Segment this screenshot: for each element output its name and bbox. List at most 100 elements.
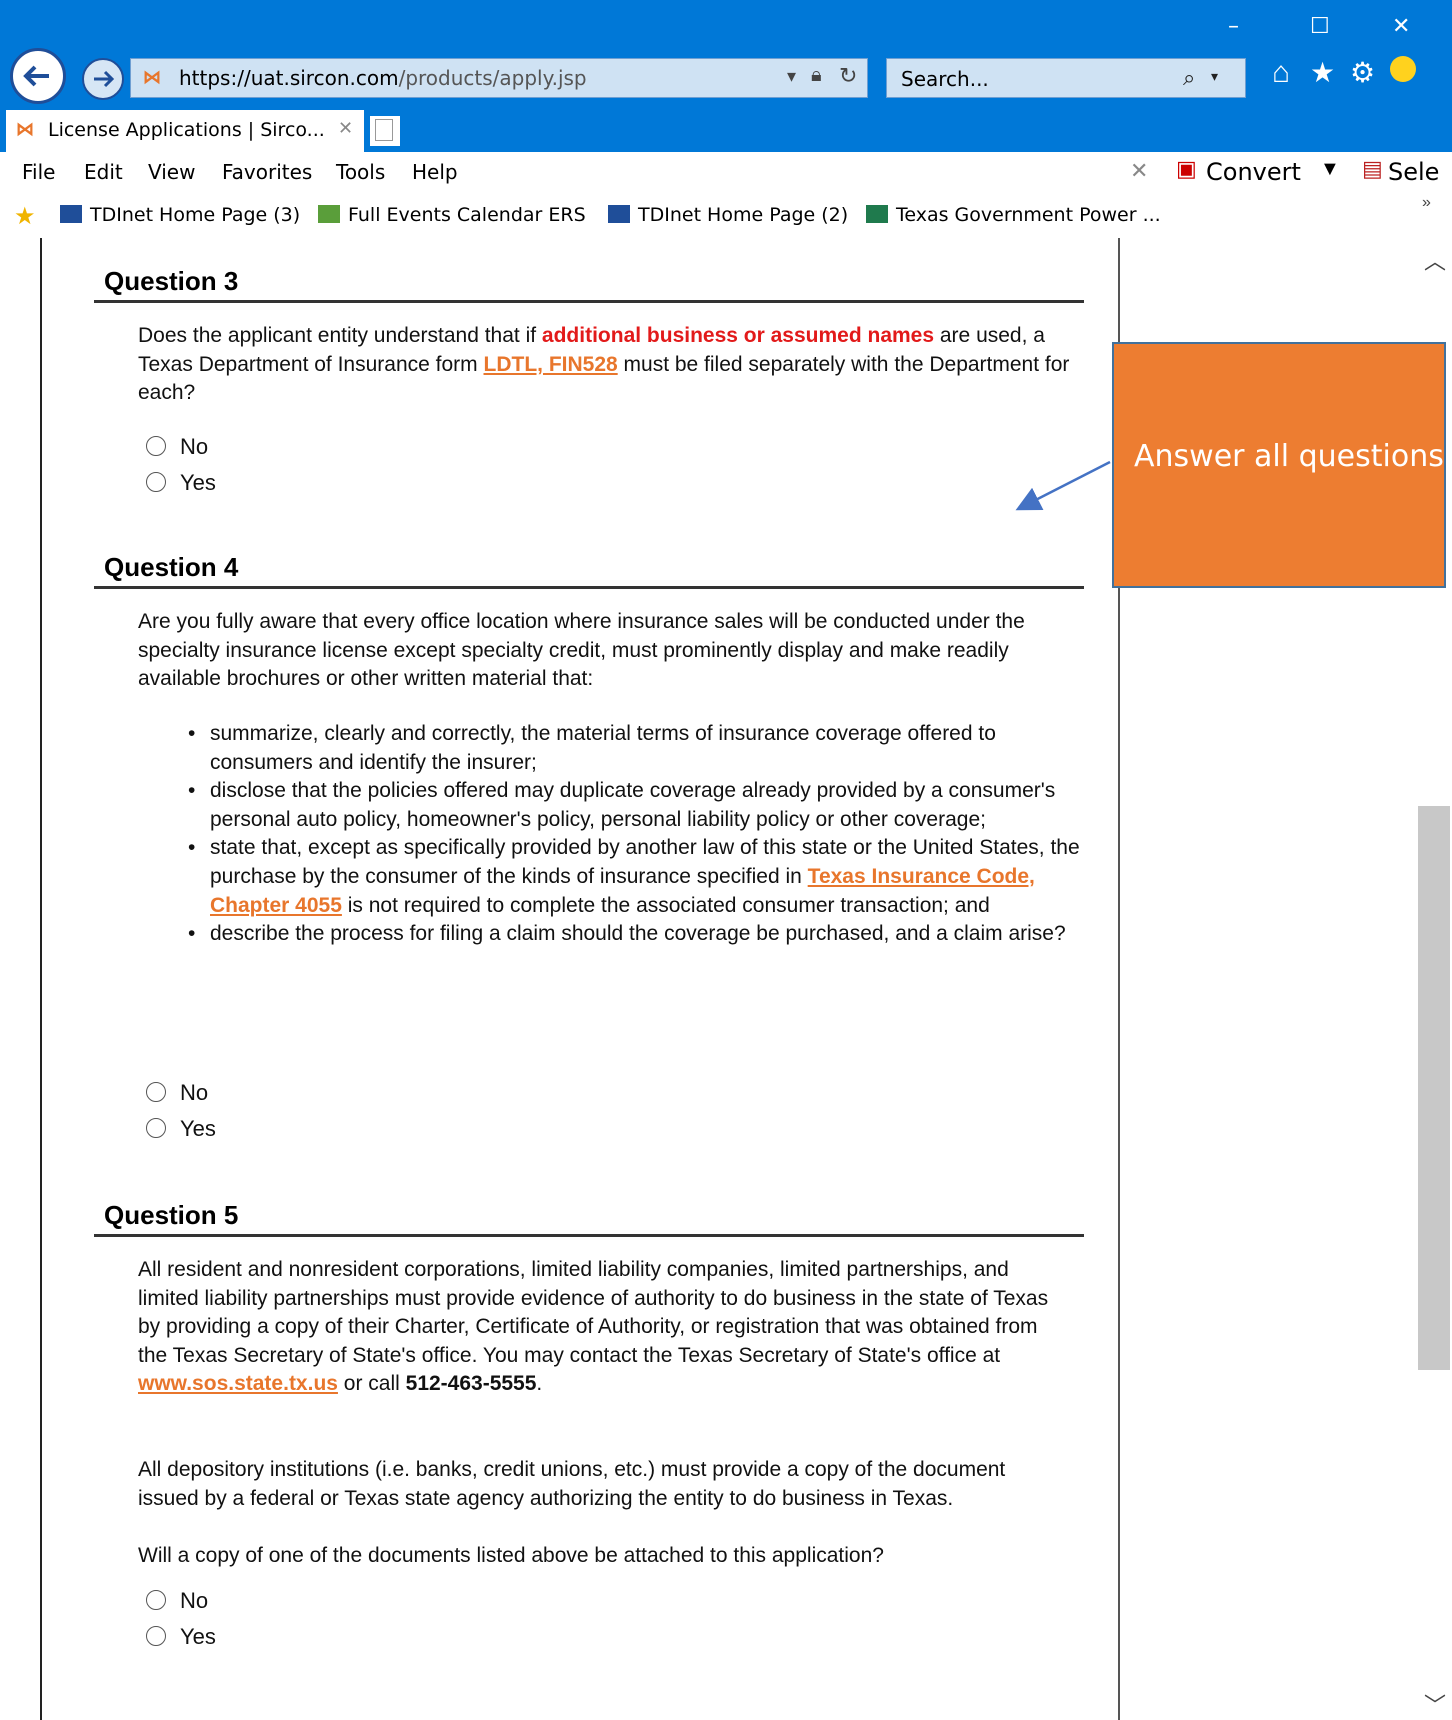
question-4-title: Question 4 bbox=[104, 552, 239, 582]
scroll-down-icon[interactable]: ﹀ bbox=[1424, 1688, 1446, 1720]
back-arrow-icon bbox=[23, 65, 49, 87]
bullet-item: describe the process for filing a claim … bbox=[188, 920, 1100, 949]
dropdown-icon[interactable]: ▾ bbox=[787, 66, 796, 87]
q5-yes-radio[interactable] bbox=[146, 1626, 166, 1646]
url-text: https://uat.sircon.com/products/apply.js… bbox=[179, 66, 587, 90]
question-5-paragraph-3: Will a copy of one of the documents list… bbox=[138, 1544, 884, 1567]
select-icon: ▤ bbox=[1362, 156, 1383, 181]
question-3-text: Does the applicant entity understand tha… bbox=[138, 324, 1070, 405]
favorite-label: TDInet Home Page (3) bbox=[90, 204, 301, 226]
bullet-item: summarize, clearly and correctly, the ma… bbox=[188, 720, 1100, 777]
question-3-rule bbox=[94, 300, 1084, 303]
home-icon[interactable]: ⌂ bbox=[1272, 56, 1290, 90]
site-favicon-icon: ⋈ bbox=[143, 67, 161, 87]
favorite-label: Texas Government Power ... bbox=[896, 204, 1161, 226]
q4-no-radio[interactable] bbox=[146, 1082, 166, 1102]
smiley-icon[interactable] bbox=[1390, 56, 1416, 82]
q5-no-radio[interactable] bbox=[146, 1590, 166, 1610]
favorite-label: TDInet Home Page (2) bbox=[638, 204, 849, 226]
question-4-bullets: summarize, clearly and correctly, the ma… bbox=[180, 720, 1100, 949]
search-placeholder: Search... bbox=[901, 67, 989, 91]
q5-yes-label: Yes bbox=[180, 1624, 216, 1649]
callout-box: Answer all questions bbox=[1112, 342, 1446, 588]
question-5-title: Question 5 bbox=[104, 1200, 239, 1230]
q5-no-label: No bbox=[180, 1588, 209, 1613]
convert-dropdown-icon[interactable]: ▼ bbox=[1320, 158, 1340, 181]
menu-favorites[interactable]: Favorites bbox=[222, 160, 312, 184]
q4-no-option[interactable]: No bbox=[146, 1080, 208, 1106]
forward-arrow-icon bbox=[94, 70, 115, 88]
scroll-thumb[interactable] bbox=[1418, 806, 1450, 1370]
convert-button[interactable]: Convert bbox=[1206, 158, 1301, 186]
address-bar[interactable]: ⋈ https://uat.sircon.com/products/apply.… bbox=[130, 58, 868, 98]
q3-no-radio[interactable] bbox=[146, 436, 166, 456]
q4-yes-option[interactable]: Yes bbox=[146, 1116, 216, 1142]
browser-chrome: – ☐ ✕ ⋈ https://uat.sircon.com/products/… bbox=[0, 0, 1452, 239]
callout-text: Answer all questions bbox=[1134, 439, 1444, 474]
menu-edit[interactable]: Edit bbox=[84, 160, 123, 184]
question-3-title: Question 3 bbox=[104, 266, 239, 296]
forward-button[interactable] bbox=[82, 58, 124, 100]
tab-active[interactable]: ⋈ License Applications | Sirco... ✕ bbox=[6, 110, 364, 152]
q3-no-option[interactable]: No bbox=[146, 434, 208, 460]
tdi-icon bbox=[608, 205, 630, 223]
menu-help[interactable]: Help bbox=[412, 160, 458, 184]
tab-strip: ⋈ License Applications | Sirco... ✕ bbox=[0, 110, 1452, 152]
q3-yes-radio[interactable] bbox=[146, 472, 166, 492]
q5-no-option[interactable]: No bbox=[146, 1588, 208, 1614]
favorite-tdinet-3[interactable]: TDInet Home Page (3) bbox=[60, 204, 300, 226]
address-bar-row: – ☐ ✕ ⋈ https://uat.sircon.com/products/… bbox=[0, 0, 1452, 110]
q4-no-label: No bbox=[180, 1080, 209, 1105]
close-icon[interactable]: ✕ bbox=[1392, 14, 1410, 39]
q3-yes-label: Yes bbox=[180, 470, 216, 495]
sos-phone: 512-463-5555 bbox=[405, 1372, 537, 1396]
sos-website-link[interactable]: www.sos.state.tx.us bbox=[138, 1372, 338, 1395]
question-4-intro: Are you fully aware that every office lo… bbox=[138, 610, 1025, 691]
assumed-names-highlight: additional business or assumed names bbox=[541, 324, 935, 347]
texas-map-icon bbox=[318, 205, 340, 223]
favorites-star-icon[interactable]: ★ bbox=[14, 202, 36, 231]
q3-no-label: No bbox=[180, 434, 209, 459]
tab-title: License Applications | Sirco... bbox=[48, 119, 325, 141]
pdf-icon: ▣ bbox=[1176, 156, 1197, 181]
question-5-paragraph-1: All resident and nonresident corporation… bbox=[138, 1258, 1049, 1396]
content-left-border bbox=[40, 238, 42, 1720]
refresh-icon[interactable]: ↻ bbox=[839, 63, 857, 89]
new-tab-icon bbox=[375, 119, 393, 141]
menu-file[interactable]: File bbox=[22, 160, 55, 184]
minimize-icon[interactable]: – bbox=[1228, 14, 1239, 39]
tab-favicon-icon: ⋈ bbox=[16, 119, 34, 139]
menu-view[interactable]: View bbox=[148, 160, 195, 184]
sharepoint-icon bbox=[866, 205, 888, 223]
select-button[interactable]: Sele bbox=[1388, 158, 1439, 186]
star-icon[interactable]: ★ bbox=[1310, 56, 1335, 89]
question-5-rule bbox=[94, 1234, 1084, 1237]
q5-yes-option[interactable]: Yes bbox=[146, 1624, 216, 1650]
question-4-rule bbox=[94, 586, 1084, 589]
search-field[interactable]: Search... ⌕ ▾ bbox=[886, 58, 1246, 98]
ldtl-fin528-link[interactable]: LDTL, FIN528 bbox=[484, 353, 618, 376]
scroll-up-icon[interactable]: ︿ bbox=[1424, 244, 1446, 276]
toolbar-close-icon[interactable]: ✕ bbox=[1130, 158, 1148, 184]
q4-yes-radio[interactable] bbox=[146, 1118, 166, 1138]
gear-icon[interactable]: ⚙ bbox=[1350, 56, 1375, 89]
q3-yes-option[interactable]: Yes bbox=[146, 470, 216, 496]
tab-close-icon[interactable]: ✕ bbox=[338, 118, 353, 139]
search-icon[interactable]: ⌕ bbox=[1183, 65, 1195, 91]
favorite-tdinet-2[interactable]: TDInet Home Page (2) bbox=[608, 204, 848, 226]
favorite-texas-gov-power[interactable]: Texas Government Power ... bbox=[866, 204, 1161, 226]
menu-tools[interactable]: Tools bbox=[336, 160, 385, 184]
chevron-down-icon[interactable]: ▾ bbox=[1211, 68, 1218, 85]
favorite-events-calendar[interactable]: Full Events Calendar ERS bbox=[318, 204, 586, 226]
bullet-item: disclose that the policies offered may d… bbox=[188, 777, 1100, 834]
favorite-label: Full Events Calendar ERS bbox=[348, 204, 586, 226]
menu-bar: File Edit View Favorites Tools Help ✕ ▣ … bbox=[0, 152, 1452, 194]
tdi-icon bbox=[60, 205, 82, 223]
favorites-bar: ★ TDInet Home Page (3) Full Events Calen… bbox=[0, 194, 1452, 239]
new-tab-button[interactable] bbox=[370, 116, 400, 146]
bullet-item: state that, except as specifically provi… bbox=[188, 834, 1100, 920]
more-favorites-icon[interactable]: » bbox=[1422, 194, 1431, 212]
question-5-paragraph-2: All depository institutions (i.e. banks,… bbox=[138, 1458, 1006, 1510]
back-button[interactable] bbox=[10, 48, 66, 104]
maximize-icon[interactable]: ☐ bbox=[1310, 14, 1330, 39]
